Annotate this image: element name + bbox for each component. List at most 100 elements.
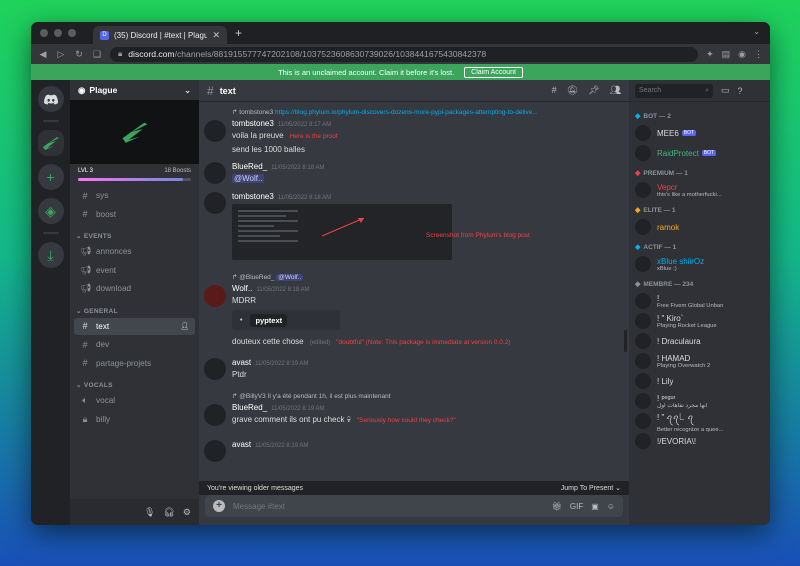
reply-link[interactable]: https://blog.phylum.io/phylum-discovers-… — [275, 109, 538, 116]
download-apps-icon[interactable]: ⤓ — [37, 242, 64, 268]
message-author[interactable]: avast — [232, 440, 251, 449]
channel-dev[interactable]: # dev — [74, 336, 195, 353]
avatar[interactable] — [204, 285, 226, 307]
browser-menu-icon[interactable]: ⋮ — [754, 49, 763, 60]
user-mention[interactable]: @Wolf.. — [232, 174, 265, 183]
user-mention[interactable]: @Wolf.. — [276, 274, 304, 281]
sidebar-toggle-icon[interactable]: ▤ — [722, 49, 731, 60]
message-author[interactable]: tombstone3 — [232, 192, 274, 201]
plague-server-icon[interactable] — [37, 130, 64, 156]
member-item[interactable]: xBlue shiirOz xBlue :) — [635, 254, 764, 274]
member-status: this's like a motherfucki... — [657, 191, 722, 198]
headphones-icon[interactable]: 🎧︎ — [163, 507, 174, 518]
close-light[interactable] — [40, 29, 48, 37]
forward-icon[interactable]: ▷ — [56, 49, 66, 60]
message-author[interactable]: tombstone3 — [232, 119, 274, 128]
message-author[interactable]: avast — [232, 358, 251, 367]
channel-boost[interactable]: # boost — [74, 206, 195, 223]
channel-partage-projets[interactable]: # partage-projets — [74, 355, 195, 372]
avatar[interactable] — [204, 358, 226, 380]
member-item[interactable]: ! HAMAD Playing Overwatch 2 — [635, 351, 764, 371]
lock-speaker-icon: 🔈︎ — [82, 395, 88, 405]
mute-mic-icon[interactable]: 🎙︎ — [144, 507, 155, 518]
screenshot-attachment[interactable] — [232, 204, 452, 260]
channel-billy[interactable]: 🔒︎ billy — [74, 411, 195, 428]
message-composer[interactable]: + Message #text 🎁︎ GIF ▣ ☺ — [205, 495, 623, 517]
gift-icon[interactable]: 🎁︎ — [552, 502, 562, 511]
extensions-icon[interactable]: ✦ — [706, 49, 714, 60]
avatar[interactable] — [204, 162, 226, 184]
claim-account-button[interactable]: Claim Account — [464, 66, 523, 78]
add-server-icon[interactable]: + — [37, 164, 64, 190]
chevron-down-icon[interactable]: ⌄ — [184, 86, 191, 95]
avatar[interactable] — [204, 120, 226, 142]
new-tab-icon[interactable]: + — [235, 26, 242, 40]
member-item[interactable]: ! ᵖᵉᵍᵘʳ انها مجرد تفاهات اول — [635, 391, 764, 411]
gif-icon[interactable]: GIF — [570, 502, 583, 511]
message-author[interactable]: Wolf.. — [232, 284, 252, 293]
channel-annonces[interactable]: 📢︎ annonces — [74, 243, 195, 260]
code-embed[interactable]: • pyptext — [232, 310, 340, 330]
member-item[interactable]: ramok — [635, 217, 764, 237]
reload-icon[interactable]: ↻ — [74, 49, 84, 60]
upload-plus-icon[interactable]: + — [213, 500, 225, 512]
gear-icon[interactable]: ⚙ — [183, 507, 191, 518]
notification-bell-icon[interactable]: 🔕︎ — [567, 85, 578, 96]
browser-tab[interactable]: D (35) Discord | #text | Plague ✕ — [93, 26, 227, 44]
sticker-icon[interactable]: ▣ — [591, 502, 599, 511]
member-item[interactable]: RaidProtect BOT — [635, 143, 764, 163]
emoji-icon[interactable]: ☺ — [607, 502, 615, 511]
explore-servers-icon[interactable]: ◈ — [37, 198, 64, 224]
category-events[interactable]: ⌄ EVENTS — [74, 224, 195, 243]
member-info: ! Draculaura — [657, 337, 701, 346]
help-icon[interactable]: ? — [738, 86, 743, 96]
reply-preview[interactable]: ↱ tombstone3 https://blog.phylum.io/phyl… — [232, 108, 538, 116]
message-input[interactable]: Message #text — [233, 502, 544, 511]
bookmark-icon[interactable]: ❏ — [92, 49, 102, 60]
channel-text[interactable]: # text 👤︎ — [74, 317, 195, 335]
boost-row[interactable]: LVL 3 18 Boosts — [70, 164, 199, 174]
member-list-icon[interactable]: 👥︎ — [610, 85, 621, 96]
tab-list-chevron-icon[interactable]: ⌄ — [753, 27, 760, 36]
jump-to-present-button[interactable]: Jump To Present ⌄ — [561, 484, 621, 492]
avatar[interactable] — [204, 192, 226, 214]
message-author[interactable]: BlueRed_ — [232, 162, 267, 171]
minimize-light[interactable] — [54, 29, 62, 37]
search-row: Search ⌕ ▭ ? — [629, 80, 770, 102]
url-field[interactable]: 🔒︎ discord.com/channels/8819155777472021… — [110, 46, 699, 62]
pin-icon[interactable]: 📌︎ — [588, 85, 599, 96]
profile-icon[interactable]: ◉ — [738, 49, 746, 60]
boost-count: 18 Boosts — [164, 168, 191, 174]
channel-vocal[interactable]: 🔈︎ vocal — [74, 392, 195, 409]
member-item[interactable]: ! Draculaura — [635, 331, 764, 351]
discord-home-icon[interactable] — [37, 86, 64, 112]
member-item[interactable]: ! Lily — [635, 371, 764, 391]
member-item[interactable]: MEE6 BOT — [635, 123, 764, 143]
inbox-icon[interactable]: ▭ — [721, 85, 730, 96]
message-author[interactable]: BlueRed_ — [232, 403, 267, 412]
annotation-note: Here is the proof — [289, 133, 338, 140]
avatar[interactable] — [204, 404, 226, 426]
member-item[interactable]: ! Free Fivem Global Unban — [635, 291, 764, 311]
channel-sys[interactable]: # sys — [74, 187, 195, 204]
threads-icon[interactable]: # — [552, 85, 557, 96]
server-header[interactable]: ◉ Plague ⌄ — [70, 80, 199, 100]
category-general[interactable]: ⌄ GENERAL — [74, 299, 195, 318]
category-vocals[interactable]: ⌄ VOCALS — [74, 373, 195, 392]
avatar[interactable] — [204, 440, 226, 462]
member-item[interactable]: ! " ꪖꪖ꒒ ꪖ Better recognize a quee... — [635, 411, 764, 433]
search-input[interactable]: Search ⌕ — [635, 83, 713, 98]
member-item[interactable]: !/EVORIA\! — [635, 431, 764, 451]
reply-preview[interactable]: ↱ @BlueRed_ @Wolf.. — [232, 273, 304, 281]
zoom-light[interactable] — [68, 29, 76, 37]
reply-preview[interactable]: ↱ @BillyV3 Il y'a été pendant 1h, il est… — [232, 392, 391, 400]
channel-download[interactable]: 📢︎ download — [74, 280, 195, 297]
scrollbar-thumb[interactable] — [624, 330, 627, 352]
channel-label: text — [96, 321, 110, 331]
member-item[interactable]: Vepcr this's like a motherfucki... — [635, 180, 764, 200]
back-icon[interactable]: ◀ — [38, 49, 48, 60]
channel-event[interactable]: 📢︎ event — [74, 262, 195, 279]
tab-close-icon[interactable]: ✕ — [212, 30, 220, 41]
invite-user-icon[interactable]: 👤︎ — [180, 322, 189, 330]
member-item[interactable]: ! " Kiro` Playing Rocket League — [635, 311, 764, 331]
